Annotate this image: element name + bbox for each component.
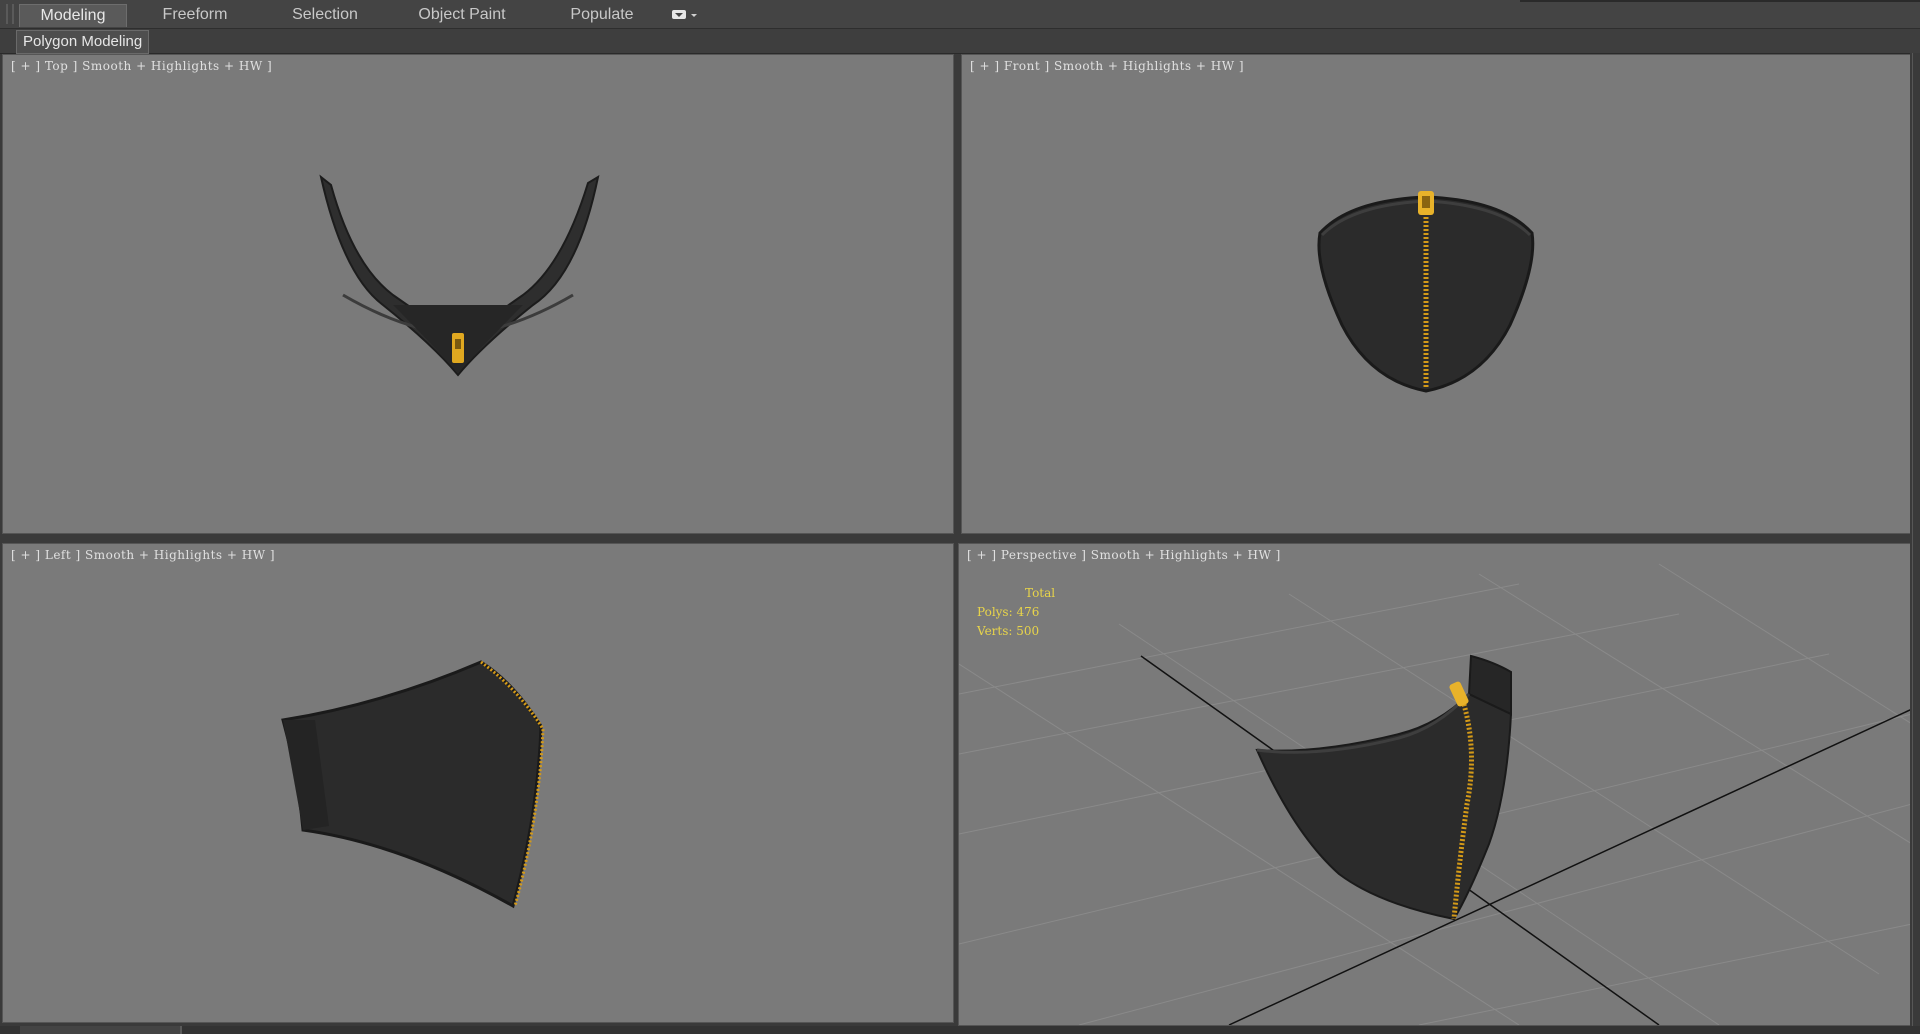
left-view-mask-model xyxy=(281,660,545,909)
top-view-mask-model xyxy=(319,174,600,377)
viewport-perspective-label[interactable]: [ + ] Perspective ] Smooth + Highlights … xyxy=(967,548,1281,562)
viewport-front-label[interactable]: [ + ] Front ] Smooth + Highlights + HW ] xyxy=(970,59,1244,73)
time-slider[interactable] xyxy=(20,1026,182,1034)
tab-object-paint[interactable]: Object Paint xyxy=(400,4,524,26)
tab-populate[interactable]: Populate xyxy=(550,4,654,26)
title-divider xyxy=(1520,0,1920,2)
viewport-top-label[interactable]: [ + ] Top ] Smooth + Highlights + HW ] xyxy=(11,59,272,73)
ribbon-minimize-icon[interactable] xyxy=(670,8,702,22)
stats-verts: Verts: 500 xyxy=(977,624,1040,638)
viewport-left-label[interactable]: [ + ] Left ] Smooth + Highlights + HW ] xyxy=(11,548,275,562)
status-bar xyxy=(0,1026,1920,1034)
statistics-overlay: Total Polys: 476 Verts: 500 xyxy=(977,584,1055,641)
viewport-top[interactable]: [ + ] Top ] Smooth + Highlights + HW ] xyxy=(2,54,954,534)
polygon-modeling-panel[interactable]: Polygon Modeling xyxy=(16,30,150,54)
front-view-mask-model xyxy=(1317,191,1535,393)
ribbon-grip-handle[interactable] xyxy=(6,4,14,24)
viewport-left[interactable]: [ + ] Left ] Smooth + Highlights + HW ] xyxy=(2,543,954,1023)
tab-freeform[interactable]: Freeform xyxy=(140,4,250,26)
tab-modeling[interactable]: Modeling xyxy=(19,4,127,27)
viewport-perspective[interactable]: [ + ] Perspective ] Smooth + Highlights … xyxy=(958,543,1913,1026)
tab-selection[interactable]: Selection xyxy=(270,4,380,26)
stats-total-label: Total xyxy=(1025,586,1056,600)
panel-resize-handle[interactable] xyxy=(1912,53,1919,1028)
ribbon-tab-bar: Modeling Freeform Selection Object Paint… xyxy=(0,0,1920,29)
command-panel-edge xyxy=(1910,53,1920,1028)
ribbon-panel-bar: Polygon Modeling xyxy=(0,29,1920,54)
stats-polys: Polys: 476 xyxy=(977,605,1040,619)
viewport-front[interactable]: [ + ] Front ] Smooth + Highlights + HW ] xyxy=(961,54,1913,534)
perspective-grid-and-model xyxy=(959,563,1912,1025)
